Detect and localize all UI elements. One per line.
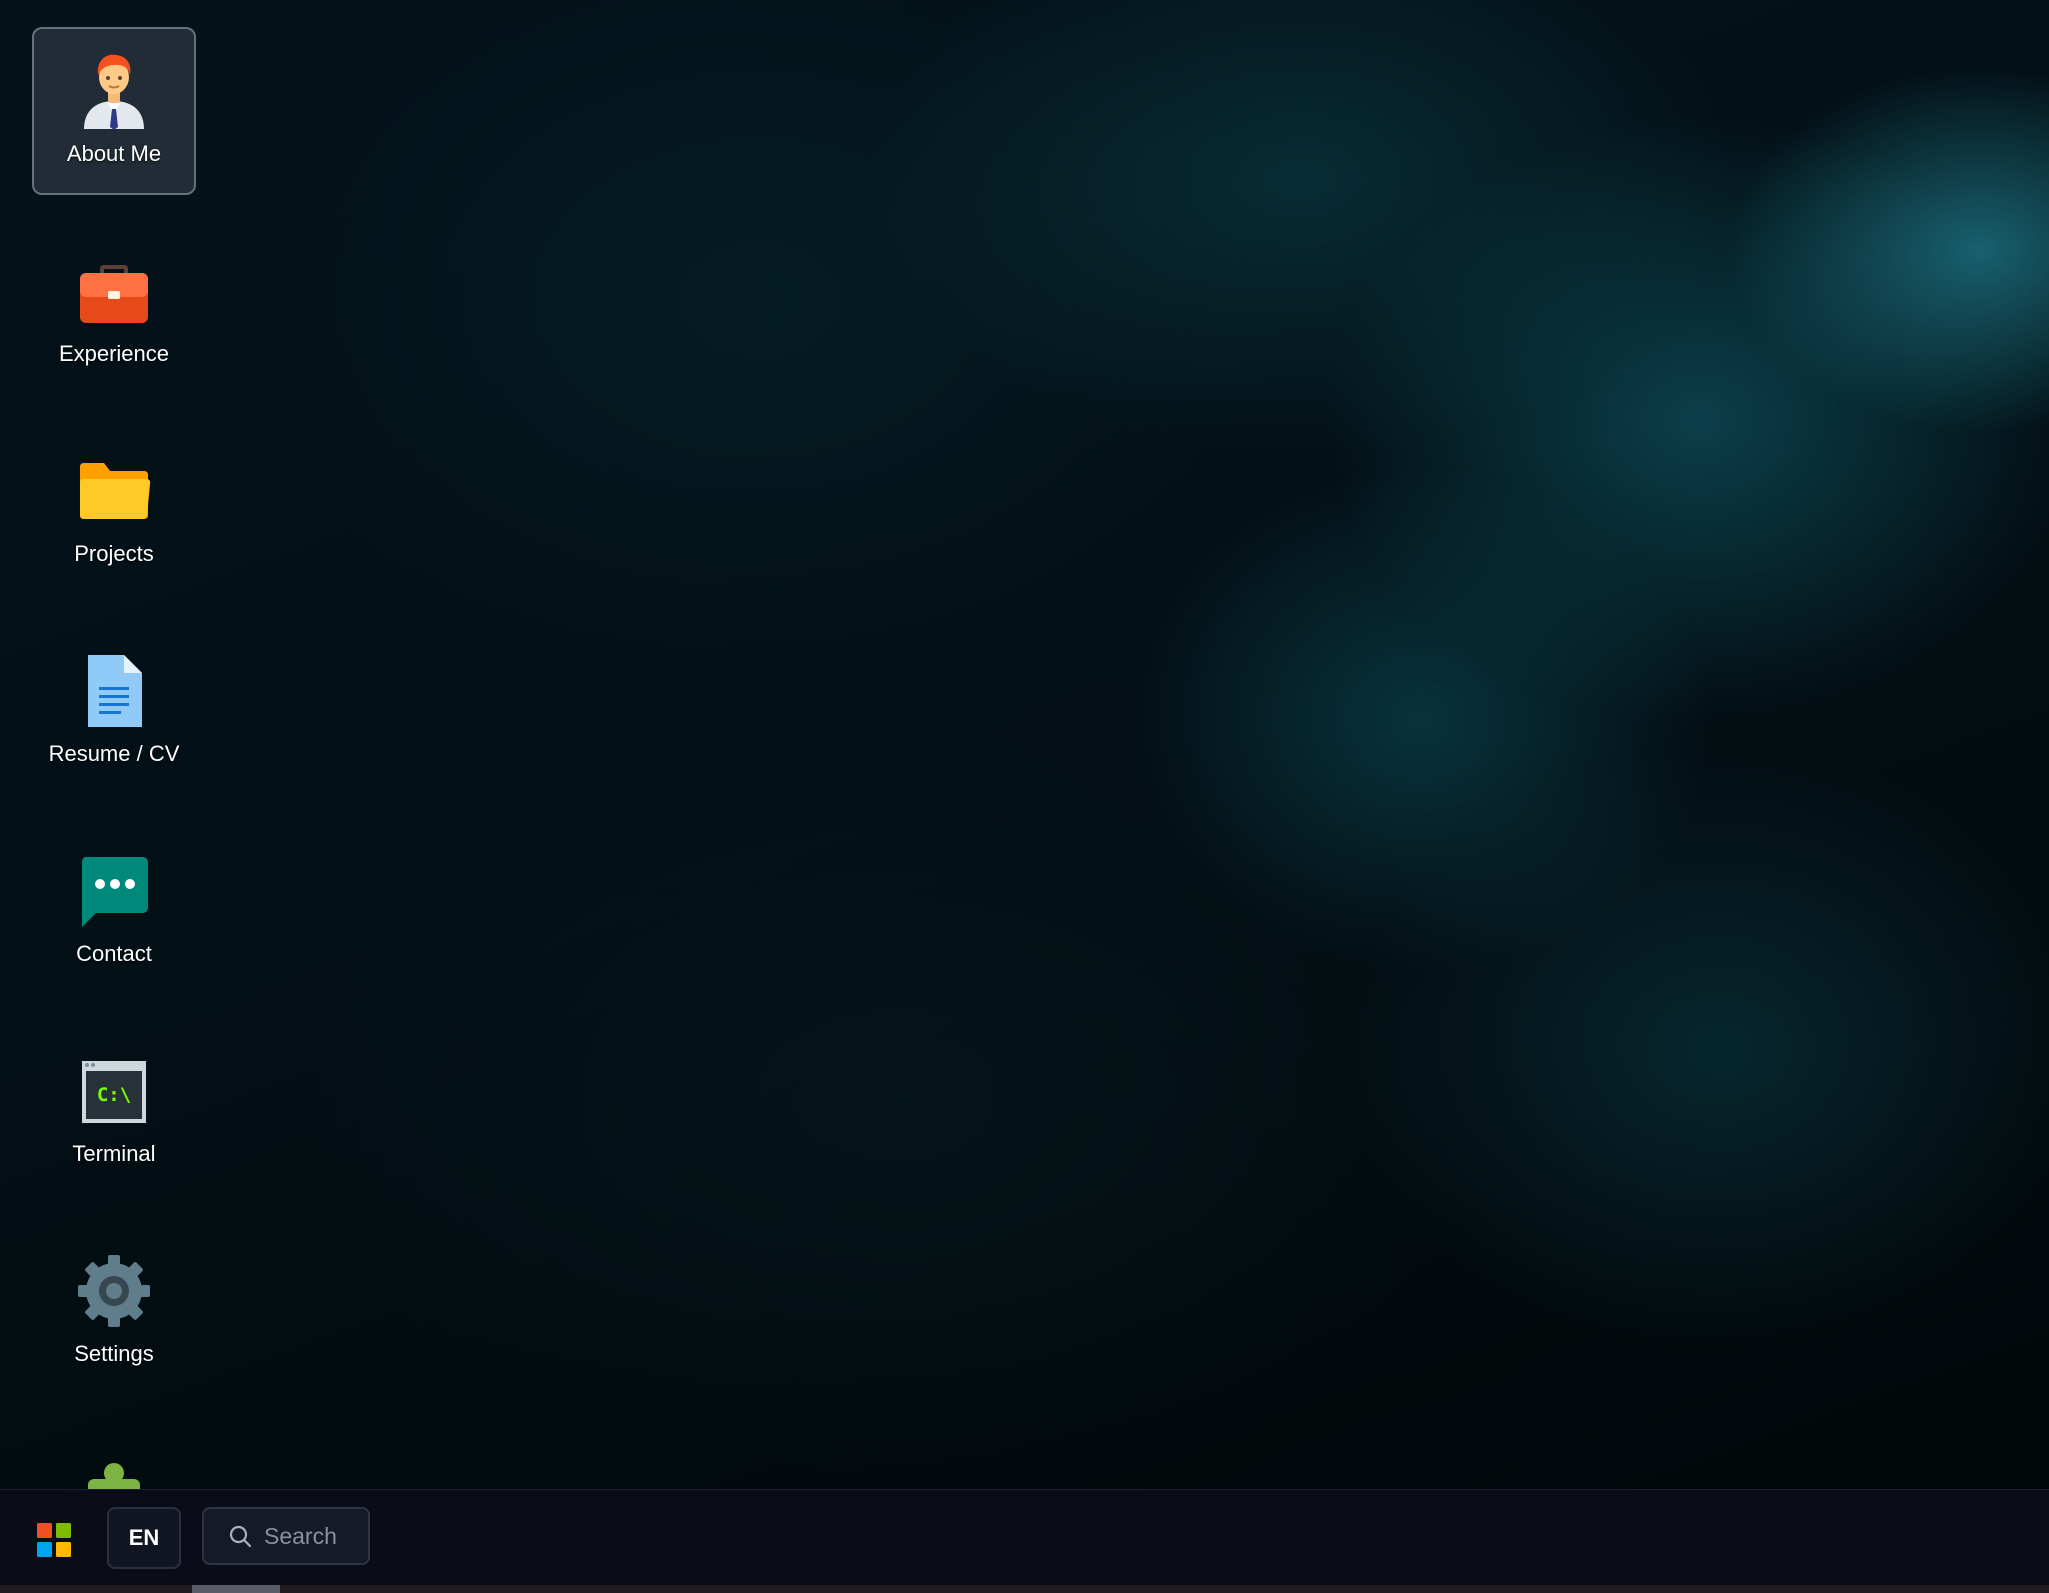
desktop-icon-label: Experience [58, 341, 170, 366]
desktop-icon-settings[interactable]: Settings [32, 1227, 196, 1395]
folder-icon [74, 451, 154, 531]
person-icon [74, 51, 154, 131]
desktop-icon-contact[interactable]: Contact [32, 827, 196, 995]
search-input[interactable] [264, 1522, 364, 1550]
taskbar-search-box[interactable] [202, 1507, 370, 1565]
taskbar: EN [0, 1489, 2049, 1585]
language-label: EN [128, 1525, 160, 1550]
start-button[interactable] [26, 1512, 82, 1568]
terminal-icon: C:\ [74, 1051, 154, 1131]
desktop-icon-label: Terminal [72, 1141, 156, 1166]
desktop-icon-label: Contact [76, 941, 152, 966]
desktop-icon-label: About Me [66, 141, 162, 166]
language-toggle-button[interactable]: EN [107, 1507, 181, 1569]
desktop-icon-label: Resume / CV [48, 741, 180, 766]
search-icon [229, 1525, 252, 1548]
terminal-prompt-text: C:\ [97, 1084, 131, 1106]
desktop-icon-projects[interactable]: Projects [32, 427, 196, 595]
chat-bubble-icon [74, 851, 154, 931]
windows-logo-icon [37, 1523, 71, 1557]
desktop-icon-extension[interactable] [32, 1427, 196, 1489]
desktop-icon-experience[interactable]: Experience [32, 227, 196, 395]
desktop-icon-terminal[interactable]: C:\ Terminal [32, 1027, 196, 1195]
desktop-background[interactable]: About Me Experience Projects Resume / CV… [0, 0, 2049, 1489]
desktop-icon-resume-cv[interactable]: Resume / CV [32, 627, 196, 795]
desktop-icon-label: Projects [74, 541, 154, 566]
document-icon [74, 651, 154, 731]
desktop-icon-about-me[interactable]: About Me [32, 27, 196, 195]
puzzle-piece-icon [74, 1451, 154, 1489]
scrollbar-thumb[interactable] [192, 1585, 280, 1593]
gear-icon [74, 1251, 154, 1331]
desktop-icon-label: Settings [74, 1341, 154, 1366]
briefcase-icon [74, 251, 154, 331]
horizontal-scrollbar[interactable] [0, 1585, 2049, 1593]
